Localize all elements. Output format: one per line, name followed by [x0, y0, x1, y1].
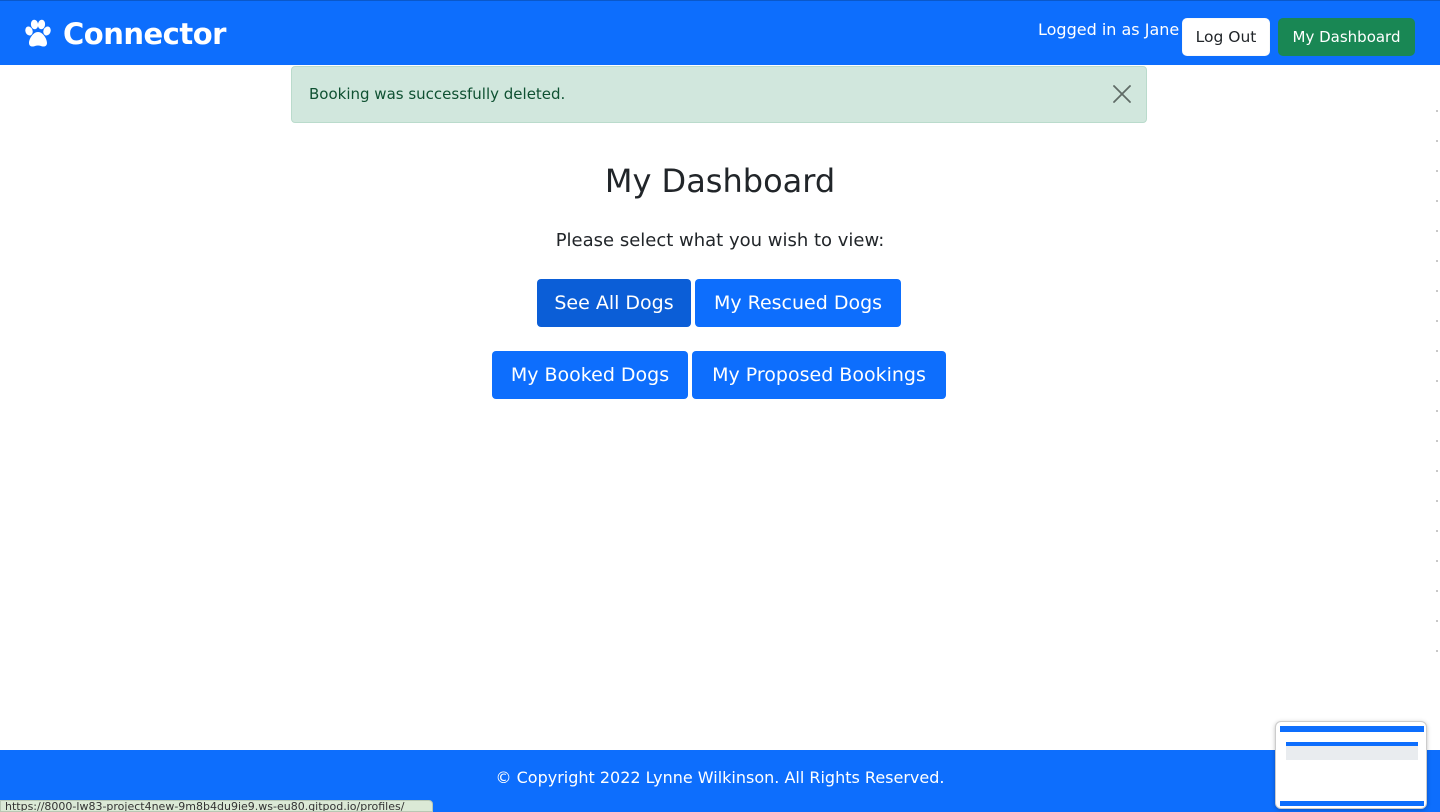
thumbnail-navbar — [1280, 726, 1424, 732]
logged-in-status: Logged in as Jane — [1038, 20, 1180, 39]
navbar: Connector Logged in as Jane Log Out My D… — [0, 0, 1440, 65]
page-title: My Dashboard — [604, 162, 836, 200]
close-icon — [1110, 80, 1134, 108]
status-bar-url: https://8000-lw83-project4new-9m8b4du9ie… — [0, 800, 433, 812]
success-alert: Booking was successfully deleted. — [291, 66, 1147, 123]
page-subtitle: Please select what you wish to view: — [555, 230, 885, 251]
my-dashboard-button[interactable]: My Dashboard — [1278, 18, 1415, 56]
logout-button[interactable]: Log Out — [1182, 18, 1270, 56]
brand-name: Connector — [63, 17, 226, 51]
alert-close-button[interactable] — [1110, 80, 1134, 108]
window-thumbnail[interactable] — [1275, 721, 1427, 809]
thumbnail-table-header — [1286, 742, 1418, 746]
thumbnail-preview — [1280, 726, 1424, 806]
footer-copyright: © Copyright 2022 Lynne Wilkinson. All Ri… — [495, 768, 945, 787]
my-proposed-bookings-button[interactable]: My Proposed Bookings — [692, 351, 946, 399]
brand-link[interactable]: Connector — [22, 14, 226, 54]
paw-icon — [22, 18, 54, 50]
see-all-dogs-button[interactable]: See All Dogs — [537, 279, 691, 327]
my-booked-dogs-button[interactable]: My Booked Dogs — [492, 351, 688, 399]
my-rescued-dogs-button[interactable]: My Rescued Dogs — [695, 279, 901, 327]
thumbnail-footer — [1280, 801, 1424, 806]
scroll-indicator — [1436, 110, 1438, 670]
alert-message: Booking was successfully deleted. — [309, 85, 566, 103]
